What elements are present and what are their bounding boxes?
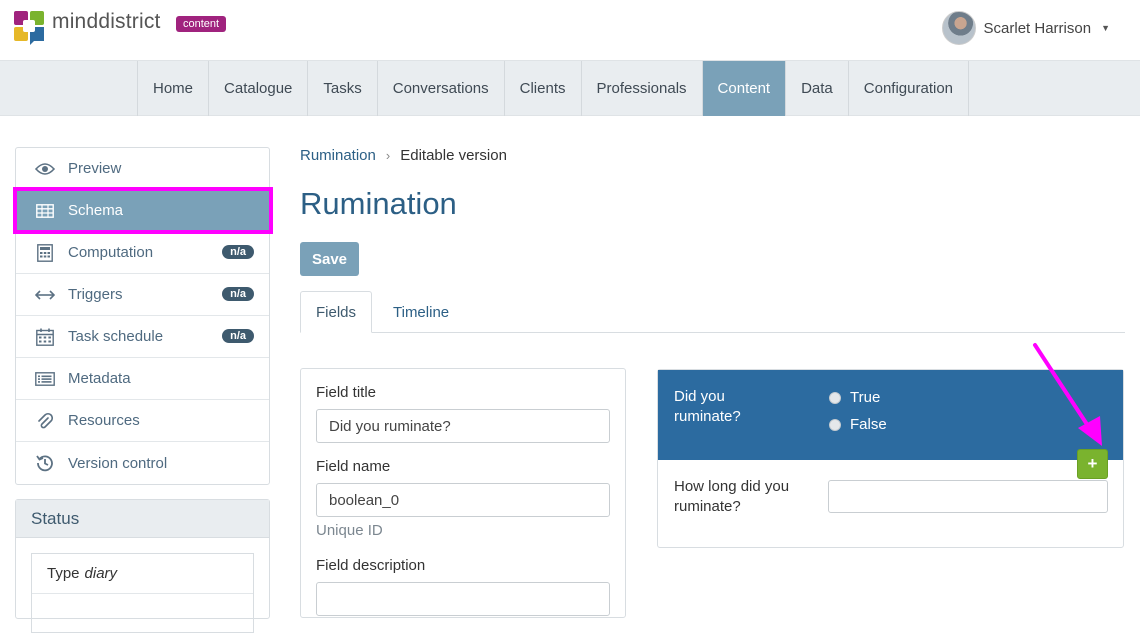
content-badge: content (176, 16, 227, 32)
sidebar-item-label: Computation (68, 244, 154, 261)
sidebar-item-label: Task schedule (68, 328, 164, 345)
status-badge: n/a (222, 245, 254, 259)
save-button[interactable]: Save (300, 242, 359, 276)
form-preview: Did you ruminate? True False How long di… (657, 369, 1124, 548)
radio-button[interactable] (829, 391, 841, 404)
add-field-button[interactable]: + (1077, 449, 1108, 479)
calendar-icon (34, 328, 56, 346)
radio-label: True (850, 389, 881, 406)
chevron-down-icon[interactable]: ▼ (1101, 23, 1110, 33)
sidebar-item-metadata[interactable]: Metadata (16, 358, 269, 400)
sidebar-item-computation[interactable]: Computation n/a (16, 232, 269, 274)
sidebar-item-label: Metadata (68, 370, 131, 387)
sidebar-item-triggers[interactable]: Triggers n/a (16, 274, 269, 316)
eye-icon (34, 160, 56, 178)
field-title-input[interactable] (316, 409, 610, 443)
nav-conversations[interactable]: Conversations (376, 61, 504, 116)
status-type-value: diary (84, 565, 118, 582)
calculator-icon (34, 243, 56, 262)
status-heading: Status (16, 500, 269, 538)
field-name-input[interactable] (316, 483, 610, 517)
status-type-row: Type diary (32, 554, 253, 594)
breadcrumb: Rumination › Editable version (300, 147, 507, 164)
radio-false[interactable]: False (829, 416, 887, 433)
sidebar-item-label: Triggers (68, 286, 123, 303)
sidebar-item-resources[interactable]: Resources (16, 400, 269, 442)
sidebar-item-schema[interactable]: Schema (16, 190, 269, 232)
tab-bar: Fields Timeline (300, 291, 1125, 333)
history-icon (34, 454, 56, 472)
field-title-label: Field title (316, 384, 377, 401)
nav-catalogue[interactable]: Catalogue (208, 61, 307, 116)
nav-content[interactable]: Content (701, 61, 786, 116)
sidebar-item-label: Resources (68, 412, 140, 429)
field-description-label: Field description (316, 557, 426, 574)
tab-timeline[interactable]: Timeline (378, 291, 464, 333)
selected-field-preview[interactable]: Did you ruminate? True False (658, 370, 1123, 460)
sidebar-item-version-control[interactable]: Version control (16, 442, 269, 484)
main-navigation: Home Catalogue Tasks Conversations Clien… (0, 60, 1140, 116)
question-label: Did you ruminate? (674, 388, 741, 425)
user-name[interactable]: Scarlet Harrison (984, 20, 1092, 37)
nav-home[interactable]: Home (137, 61, 208, 116)
sidebar-item-preview[interactable]: Preview (16, 148, 269, 190)
top-bar: minddistrict content Scarlet Harrison ▼ (0, 0, 1140, 60)
radio-button[interactable] (829, 418, 841, 431)
list-icon (34, 370, 56, 388)
field-editor-panel: Field title Field name Unique ID Field d… (300, 368, 626, 618)
nav-professionals[interactable]: Professionals (580, 61, 702, 116)
question-2-input[interactable] (828, 480, 1108, 513)
sidebar-item-label: Schema (68, 202, 124, 219)
field-name-help: Unique ID (316, 522, 383, 539)
breadcrumb-parent[interactable]: Rumination (300, 147, 376, 164)
table-icon (34, 202, 56, 220)
status-badge: n/a (222, 329, 254, 343)
question-2-label: How long did you ruminate? (674, 478, 790, 515)
minddistrict-logo-icon[interactable] (14, 9, 46, 45)
nav-configuration[interactable]: Configuration (847, 61, 970, 116)
nav-clients[interactable]: Clients (503, 61, 581, 116)
sidebar-item-label: Preview (68, 160, 122, 177)
status-box: Type diary (31, 553, 254, 633)
page-title: Rumination (300, 186, 457, 221)
field-description-input[interactable] (316, 582, 610, 616)
tab-fields[interactable]: Fields (300, 291, 373, 333)
sidebar-item-label: Version control (68, 454, 168, 472)
status-panel: Status Type diary (15, 499, 270, 633)
arrows-horizontal-icon (34, 286, 56, 304)
avatar[interactable] (941, 11, 976, 45)
sidebar: Preview Schema Computation n/a Triggers … (15, 147, 270, 485)
field-name-label: Field name (316, 458, 391, 475)
breadcrumb-current: Editable version (400, 147, 507, 164)
nav-data[interactable]: Data (785, 61, 848, 116)
status-badge: n/a (222, 287, 254, 301)
status-type-label: Type (47, 565, 80, 582)
radio-true[interactable]: True (829, 389, 880, 406)
user-menu[interactable]: Scarlet Harrison ▼ (941, 11, 1110, 45)
radio-label: False (850, 416, 887, 433)
nav-tasks[interactable]: Tasks (307, 61, 376, 116)
chevron-right-icon: › (385, 148, 391, 163)
sidebar-item-task-schedule[interactable]: Task schedule n/a (16, 316, 269, 358)
brand-name[interactable]: minddistrict (52, 10, 161, 34)
paperclip-icon (34, 412, 56, 430)
